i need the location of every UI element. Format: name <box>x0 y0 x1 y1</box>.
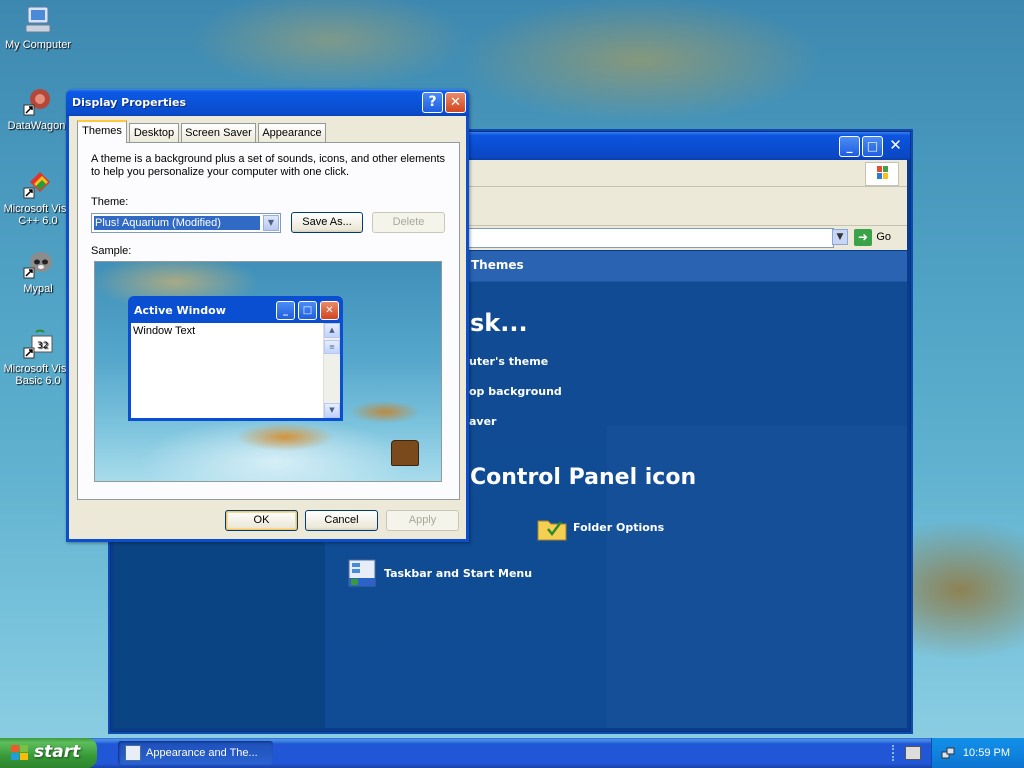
taskbar-start-menu-link[interactable]: Taskbar and Start Menu <box>384 567 532 580</box>
task-link-theme[interactable]: uter's theme <box>469 355 548 368</box>
pick-task-heading: sk... <box>470 309 528 337</box>
tab-screen-saver[interactable]: Screen Saver <box>181 123 256 142</box>
folder-options-icon[interactable] <box>536 513 568 543</box>
svg-text:32: 32 <box>37 341 48 351</box>
sample-window-title: Active Window <box>134 304 226 317</box>
visual-cpp-icon <box>22 168 54 200</box>
theme-description: A theme is a background plus a set of so… <box>91 153 446 178</box>
go-button[interactable]: Go <box>876 231 891 243</box>
tab-themes[interactable]: Themes <box>77 120 127 143</box>
tab-appearance[interactable]: Appearance <box>258 123 326 142</box>
category-header: Themes <box>471 258 524 272</box>
task-link-background[interactable]: op background <box>469 385 562 398</box>
task-link-screensaver[interactable]: aver <box>469 415 496 428</box>
chevron-down-icon: ▼ <box>836 232 844 242</box>
maximize-button[interactable]: □ <box>862 136 883 157</box>
pick-icon-heading: Control Panel icon <box>470 465 697 490</box>
theme-select-value: Plus! Aquarium (Modified) <box>94 216 260 230</box>
taskbar-item-label: Appearance and The... <box>146 747 258 759</box>
network-icon[interactable] <box>941 746 955 760</box>
sample-label: Sample: <box>91 245 132 257</box>
help-button[interactable]: ? <box>422 92 443 113</box>
themes-tab-panel: A theme is a background plus a set of so… <box>77 142 460 500</box>
desktop-icon-label: My Computer <box>4 39 72 51</box>
theme-label: Theme: <box>91 196 129 208</box>
sample-window-client: Window Text ▲ ≡ ▼ <box>131 323 340 418</box>
ok-button[interactable]: OK <box>225 510 298 531</box>
theme-sample-preview: Active Window _ □ ✕ Window Text ▲ ≡ ▼ <box>94 261 442 482</box>
close-icon: ✕ <box>450 95 461 110</box>
windows-flag-icon <box>10 744 29 762</box>
raccoon-icon <box>22 248 54 280</box>
desktop-icon-my-computer[interactable]: My Computer <box>0 4 78 51</box>
close-button[interactable]: ✕ <box>885 136 906 157</box>
taskbar-start-menu-icon[interactable] <box>347 558 377 588</box>
chevron-down-icon[interactable]: ▼ <box>263 215 279 231</box>
keyboard-icon[interactable] <box>905 746 921 760</box>
folder-options-link[interactable]: Folder Options <box>573 521 664 534</box>
tab-desktop[interactable]: Desktop <box>129 123 179 142</box>
sample-window-text: Window Text <box>133 325 196 337</box>
visual-basic-icon: 32 <box>22 328 54 360</box>
taskbar: start Appearance and The... 10:59 PM <box>0 738 1024 768</box>
close-icon: ✕ <box>320 301 339 320</box>
delete-button[interactable]: Delete <box>372 212 445 233</box>
sample-active-window: Active Window _ □ ✕ Window Text ▲ ≡ ▼ <box>128 296 343 421</box>
maximize-icon: □ <box>298 301 317 320</box>
scroll-down-icon: ▼ <box>324 403 340 418</box>
windows-logo-icon <box>865 162 899 186</box>
toolbar-grip[interactable] <box>892 745 900 761</box>
dialog-titlebar[interactable]: Display Properties ? ✕ <box>66 89 469 116</box>
display-properties-dialog[interactable]: Display Properties ? ✕ Themes Desktop Sc… <box>66 89 469 542</box>
cancel-button[interactable]: Cancel <box>305 510 378 531</box>
start-label: start <box>34 742 81 762</box>
start-button[interactable]: start <box>0 738 97 768</box>
theme-select[interactable]: Plus! Aquarium (Modified) ▼ <box>91 213 281 233</box>
address-dropdown-button[interactable]: ▼ <box>832 229 848 245</box>
dialog-body: Themes Desktop Screen Saver Appearance A… <box>69 116 466 539</box>
minimize-icon: _ <box>846 139 853 153</box>
dialog-title: Display Properties <box>72 96 187 109</box>
dialog-close-button[interactable]: ✕ <box>445 92 466 113</box>
computer-icon <box>22 4 54 36</box>
close-icon: ✕ <box>889 136 902 154</box>
minimize-button[interactable]: _ <box>839 136 860 157</box>
scroll-up-icon: ▲ <box>324 323 340 338</box>
save-as-button[interactable]: Save As... <box>291 212 363 233</box>
go-arrow-icon[interactable]: ➜ <box>854 229 872 246</box>
taskbar-item-control-panel[interactable]: Appearance and The... <box>118 741 273 765</box>
apply-button[interactable]: Apply <box>386 510 459 531</box>
maximize-icon: □ <box>866 139 879 153</box>
system-tray: 10:59 PM <box>931 738 1024 768</box>
sample-scrollbar: ▲ ≡ ▼ <box>323 323 340 418</box>
clock[interactable]: 10:59 PM <box>963 747 1010 759</box>
scroll-thumb: ≡ <box>324 340 340 354</box>
datawagon-icon <box>22 85 54 117</box>
help-icon: ? <box>428 94 437 110</box>
minimize-icon: _ <box>276 301 295 320</box>
control-panel-icon <box>125 745 141 761</box>
treasure-chest-icon <box>391 440 419 466</box>
